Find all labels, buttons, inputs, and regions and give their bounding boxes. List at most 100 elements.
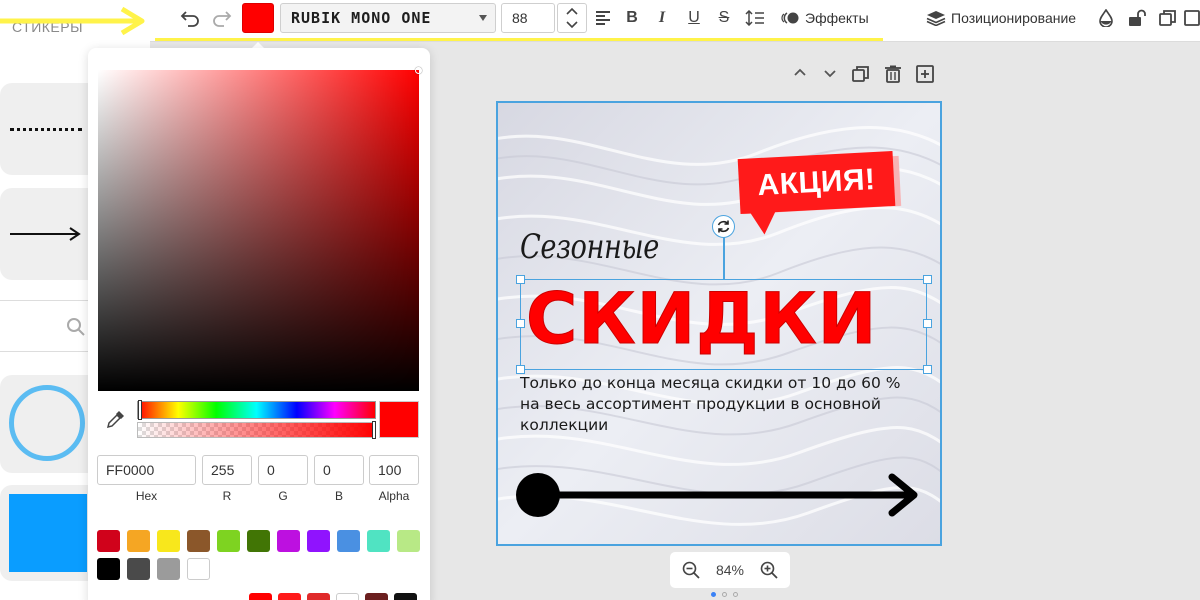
eyedropper-icon[interactable] — [105, 410, 125, 430]
alpha-thumb[interactable] — [372, 421, 376, 439]
font-family-value: RUBIK MONO ONE — [291, 9, 432, 27]
preset-color-swatch[interactable] — [277, 530, 300, 552]
color-picker-popup: FF0000 255 0 0 100 Hex R G B Alpha — [88, 48, 430, 600]
unlock-icon — [1129, 9, 1146, 26]
recent-color-swatch[interactable] — [307, 593, 330, 600]
copy-icon — [1184, 10, 1200, 26]
text-color-button[interactable] — [242, 3, 274, 33]
bold-button[interactable]: B — [622, 0, 642, 36]
page-dot-2[interactable] — [722, 592, 727, 597]
square-shape-icon — [9, 494, 87, 572]
alpha-input[interactable]: 100 — [369, 455, 419, 485]
zoom-in-icon[interactable] — [760, 561, 778, 579]
duplicate-page-button[interactable] — [852, 65, 870, 88]
circle-shape-icon — [9, 385, 85, 461]
page-indicator — [711, 592, 738, 597]
font-size-input[interactable]: 88 — [501, 3, 555, 33]
chevron-down-icon — [824, 70, 836, 78]
rotate-handle[interactable] — [712, 215, 735, 238]
preset-color-swatch[interactable] — [127, 558, 150, 580]
effects-icon — [781, 12, 799, 24]
hex-input[interactable]: FF0000 — [97, 455, 196, 485]
preset-color-swatch[interactable] — [97, 558, 120, 580]
recent-color-swatch[interactable] — [278, 593, 301, 600]
strikethrough-button[interactable]: S — [714, 0, 734, 36]
hue-slider[interactable] — [137, 400, 376, 420]
opacity-button[interactable] — [1096, 0, 1116, 36]
recent-color-swatch[interactable] — [365, 593, 388, 600]
delete-page-button[interactable] — [884, 65, 902, 88]
recent-color-swatch[interactable] — [394, 593, 417, 600]
decorative-arrow-graphic[interactable] — [514, 471, 924, 521]
line-height-icon — [745, 10, 764, 26]
resize-handle-right[interactable] — [923, 319, 932, 328]
positioning-button[interactable]: Позиционирование — [926, 0, 1076, 36]
recent-color-swatch[interactable] — [336, 593, 359, 600]
saturation-value-area[interactable] — [98, 67, 422, 391]
rotate-icon — [717, 220, 730, 233]
resize-handle-top-right[interactable] — [923, 275, 932, 284]
underline-button[interactable]: U — [684, 0, 704, 36]
recent-color-swatch[interactable] — [249, 593, 272, 600]
g-input[interactable]: 0 — [258, 455, 308, 485]
preset-color-swatch[interactable] — [367, 530, 390, 552]
hue-thumb[interactable] — [138, 400, 142, 420]
preset-color-swatch[interactable] — [397, 530, 420, 552]
copy-page-icon — [852, 66, 869, 82]
saturation-thumb[interactable] — [415, 67, 422, 74]
b-input[interactable]: 0 — [314, 455, 364, 485]
chevron-down-icon — [479, 15, 487, 21]
effects-button[interactable]: Эффекты — [781, 0, 869, 36]
more-button[interactable] — [1184, 0, 1200, 36]
alpha-label: Alpha — [378, 489, 410, 503]
duplicate-icon — [1159, 10, 1176, 26]
align-left-button[interactable] — [592, 0, 614, 36]
page-dot-3[interactable] — [733, 592, 738, 597]
italic-button[interactable]: I — [652, 0, 672, 36]
search-icon — [67, 318, 85, 336]
font-size-stepper[interactable] — [557, 3, 587, 33]
preset-color-swatch[interactable] — [217, 530, 240, 552]
preset-color-swatch[interactable] — [247, 530, 270, 552]
page-dot-1[interactable] — [711, 592, 716, 597]
font-family-select[interactable]: RUBIK MONO ONE — [280, 3, 496, 33]
line-height-button[interactable] — [744, 0, 766, 36]
preset-color-swatch[interactable] — [157, 558, 180, 580]
add-page-button[interactable] — [916, 65, 934, 88]
hex-label: Hex — [135, 489, 158, 503]
resize-handle-bottom-right[interactable] — [923, 365, 932, 374]
preset-color-swatch[interactable] — [127, 530, 150, 552]
move-up-button[interactable] — [792, 63, 808, 88]
zoom-out-icon[interactable] — [682, 561, 700, 579]
undo-icon — [180, 11, 199, 27]
preset-color-swatch[interactable] — [307, 530, 330, 552]
b-label: B — [334, 489, 343, 503]
r-input[interactable]: 255 — [202, 455, 252, 485]
resize-handle-left[interactable] — [516, 319, 525, 328]
effects-label: Эффекты — [805, 10, 869, 26]
design-artboard[interactable]: АКЦИЯ! Сезонные СКИДКИ Только до конца м… — [496, 101, 942, 546]
promo-badge-text: АКЦИЯ! — [756, 162, 877, 202]
move-down-button[interactable] — [822, 63, 838, 88]
description-text[interactable]: Только до конца месяца скидки от 10 до 6… — [520, 373, 920, 436]
r-label: R — [222, 489, 232, 503]
preset-color-swatch[interactable] — [337, 530, 360, 552]
bold-icon: B — [626, 9, 638, 26]
promo-badge[interactable]: АКЦИЯ! — [737, 150, 896, 215]
preset-color-swatch[interactable] — [187, 558, 210, 580]
alpha-slider[interactable] — [137, 421, 376, 439]
yellow-underline-annotation — [155, 38, 883, 41]
preset-color-swatch[interactable] — [97, 530, 120, 552]
lock-button[interactable] — [1127, 0, 1147, 36]
resize-handle-top-left[interactable] — [516, 275, 525, 284]
redo-button[interactable] — [208, 0, 236, 36]
chevron-up-icon — [794, 68, 806, 76]
preset-color-swatch[interactable] — [187, 530, 210, 552]
yellow-arrow-annotation — [0, 6, 145, 36]
drop-icon — [1099, 9, 1113, 27]
zoom-control: 84% — [670, 552, 790, 588]
duplicate-button[interactable] — [1158, 0, 1178, 36]
script-title-text[interactable]: Сезонные — [520, 227, 659, 267]
undo-button[interactable] — [176, 0, 204, 36]
preset-color-swatch[interactable] — [157, 530, 180, 552]
